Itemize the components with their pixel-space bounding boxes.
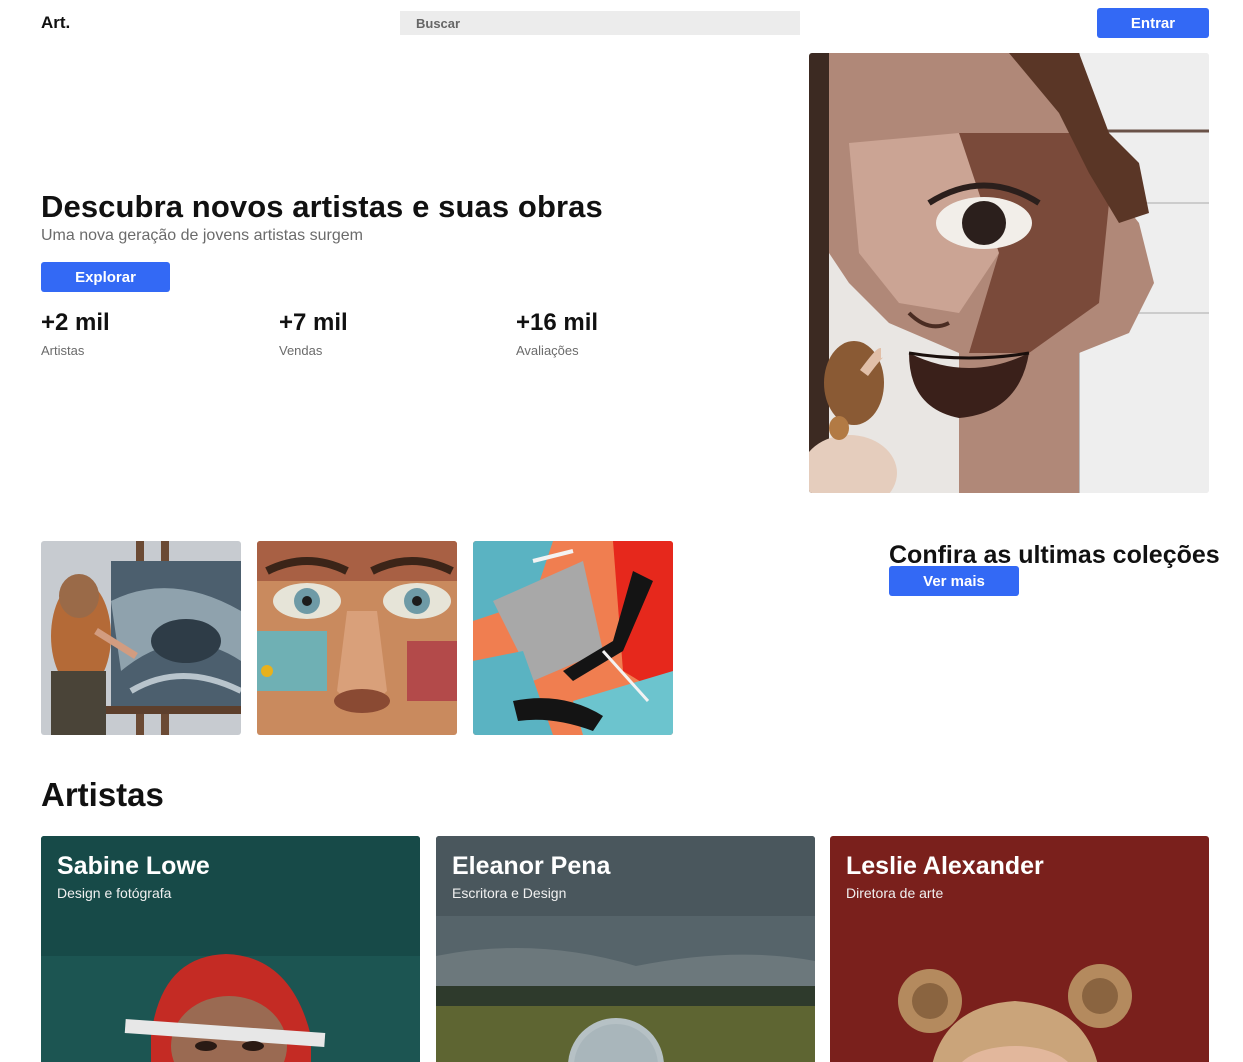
artist-role: Diretora de arte xyxy=(846,885,944,901)
logo[interactable]: Art. xyxy=(41,13,70,33)
collection-thumbnail-face-mural[interactable] xyxy=(257,541,457,735)
stat-artists: +2 mil Artistas xyxy=(41,309,110,358)
login-button[interactable]: Entrar xyxy=(1097,8,1209,38)
see-more-button[interactable]: Ver mais xyxy=(889,566,1019,596)
artist-card-sabine-lowe[interactable]: Sabine Lowe Design e fotógrafa xyxy=(41,836,420,1062)
stat-label: Vendas xyxy=(279,343,323,358)
artist-name: Eleanor Pena xyxy=(452,852,611,880)
collection-thumbnail-painter[interactable] xyxy=(41,541,241,735)
stat-value: +16 mil xyxy=(516,309,599,336)
artist-card-eleanor-pena[interactable]: Eleanor Pena Escritora e Design xyxy=(436,836,815,1062)
hero-title: Descubra novos artistas e suas obras xyxy=(41,189,603,224)
stat-label: Avaliações xyxy=(516,343,579,358)
artist-name: Sabine Lowe xyxy=(57,852,210,880)
search-input[interactable] xyxy=(400,11,800,35)
stat-label: Artistas xyxy=(41,343,85,358)
collection-thumbnail-abstract[interactable] xyxy=(473,541,673,735)
artist-role: Escritora e Design xyxy=(452,885,567,901)
hero-subtitle: Uma nova geração de jovens artistas surg… xyxy=(41,227,363,244)
stat-sales: +7 mil Vendas xyxy=(279,309,348,358)
stat-value: +7 mil xyxy=(279,309,348,336)
artist-card-leslie-alexander[interactable]: Leslie Alexander Diretora de arte xyxy=(830,836,1209,1062)
stat-reviews: +16 mil Avaliações xyxy=(516,309,598,358)
stat-value: +2 mil xyxy=(41,309,110,336)
artist-name: Leslie Alexander xyxy=(846,852,1044,880)
artist-role: Design e fotógrafa xyxy=(57,885,172,901)
artists-title: Artistas xyxy=(41,776,164,813)
explore-button[interactable]: Explorar xyxy=(41,262,170,292)
hero-mural-image xyxy=(809,53,1209,493)
